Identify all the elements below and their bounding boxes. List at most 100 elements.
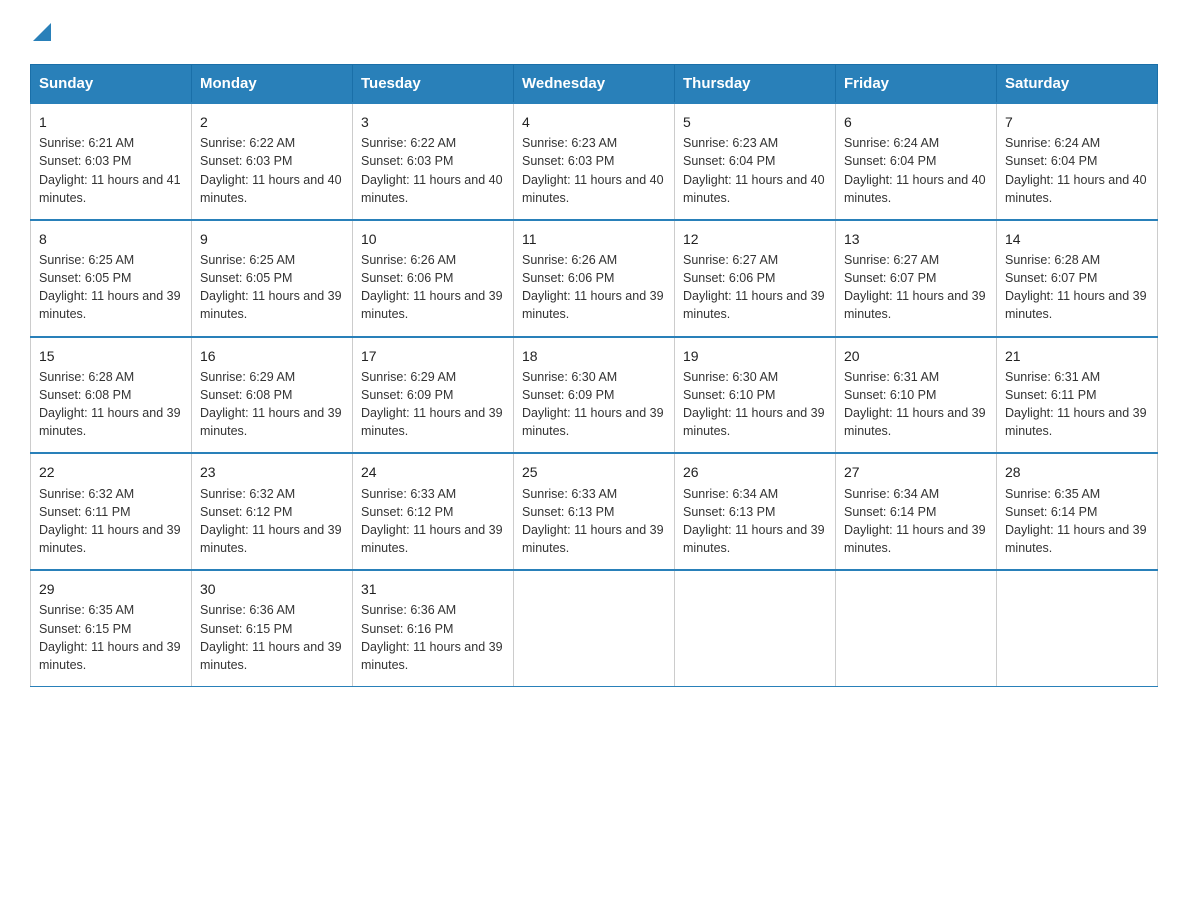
day-info: Sunrise: 6:22 AMSunset: 6:03 PMDaylight:… bbox=[200, 136, 342, 204]
calendar-cell: 7 Sunrise: 6:24 AMSunset: 6:04 PMDaylight… bbox=[997, 103, 1158, 220]
day-number: 28 bbox=[1005, 462, 1149, 482]
day-number: 1 bbox=[39, 112, 183, 132]
day-number: 25 bbox=[522, 462, 666, 482]
calendar-cell: 6 Sunrise: 6:24 AMSunset: 6:04 PMDaylight… bbox=[836, 103, 997, 220]
day-number: 9 bbox=[200, 229, 344, 249]
day-info: Sunrise: 6:26 AMSunset: 6:06 PMDaylight:… bbox=[522, 253, 664, 321]
days-header-row: SundayMondayTuesdayWednesdayThursdayFrid… bbox=[31, 65, 1158, 104]
day-header-sunday: Sunday bbox=[31, 65, 192, 104]
day-number: 29 bbox=[39, 579, 183, 599]
day-info: Sunrise: 6:29 AMSunset: 6:08 PMDaylight:… bbox=[200, 370, 342, 438]
day-info: Sunrise: 6:36 AMSunset: 6:16 PMDaylight:… bbox=[361, 603, 503, 671]
calendar-cell: 2Sunrise: 6:22 AMSunset: 6:03 PMDaylight… bbox=[192, 103, 353, 220]
day-number: 18 bbox=[522, 346, 666, 366]
day-info: Sunrise: 6:26 AMSunset: 6:06 PMDaylight:… bbox=[361, 253, 503, 321]
day-number: 19 bbox=[683, 346, 827, 366]
calendar-cell: 21 Sunrise: 6:31 AMSunset: 6:11 PMDayligh… bbox=[997, 337, 1158, 454]
day-info: Sunrise: 6:23 AMSunset: 6:03 PMDaylight:… bbox=[522, 136, 664, 204]
calendar-cell: 27 Sunrise: 6:34 AMSunset: 6:14 PMDayligh… bbox=[836, 453, 997, 570]
calendar-cell: 31 Sunrise: 6:36 AMSunset: 6:16 PMDayligh… bbox=[353, 570, 514, 686]
day-number: 31 bbox=[361, 579, 505, 599]
calendar-cell: 26 Sunrise: 6:34 AMSunset: 6:13 PMDayligh… bbox=[675, 453, 836, 570]
day-info: Sunrise: 6:27 AMSunset: 6:06 PMDaylight:… bbox=[683, 253, 825, 321]
day-info: Sunrise: 6:34 AMSunset: 6:14 PMDaylight:… bbox=[844, 487, 986, 555]
day-number: 10 bbox=[361, 229, 505, 249]
logo-triangle-icon bbox=[33, 23, 51, 41]
day-info: Sunrise: 6:25 AMSunset: 6:05 PMDaylight:… bbox=[200, 253, 342, 321]
day-number: 22 bbox=[39, 462, 183, 482]
calendar-cell bbox=[514, 570, 675, 686]
day-header-saturday: Saturday bbox=[997, 65, 1158, 104]
day-info: Sunrise: 6:33 AMSunset: 6:13 PMDaylight:… bbox=[522, 487, 664, 555]
day-info: Sunrise: 6:21 AMSunset: 6:03 PMDaylight:… bbox=[39, 136, 181, 204]
calendar-cell: 15 Sunrise: 6:28 AMSunset: 6:08 PMDayligh… bbox=[31, 337, 192, 454]
day-info: Sunrise: 6:30 AMSunset: 6:09 PMDaylight:… bbox=[522, 370, 664, 438]
calendar-cell bbox=[675, 570, 836, 686]
day-header-tuesday: Tuesday bbox=[353, 65, 514, 104]
day-info: Sunrise: 6:36 AMSunset: 6:15 PMDaylight:… bbox=[200, 603, 342, 671]
day-info: Sunrise: 6:33 AMSunset: 6:12 PMDaylight:… bbox=[361, 487, 503, 555]
calendar-cell: 22 Sunrise: 6:32 AMSunset: 6:11 PMDayligh… bbox=[31, 453, 192, 570]
day-header-friday: Friday bbox=[836, 65, 997, 104]
day-header-wednesday: Wednesday bbox=[514, 65, 675, 104]
calendar-cell: 5Sunrise: 6:23 AMSunset: 6:04 PMDaylight… bbox=[675, 103, 836, 220]
day-info: Sunrise: 6:32 AMSunset: 6:12 PMDaylight:… bbox=[200, 487, 342, 555]
day-header-thursday: Thursday bbox=[675, 65, 836, 104]
calendar-cell bbox=[997, 570, 1158, 686]
calendar-cell: 13Sunrise: 6:27 AMSunset: 6:07 PMDayligh… bbox=[836, 220, 997, 337]
day-info: Sunrise: 6:27 AMSunset: 6:07 PMDaylight:… bbox=[844, 253, 986, 321]
day-info: Sunrise: 6:34 AMSunset: 6:13 PMDaylight:… bbox=[683, 487, 825, 555]
day-header-monday: Monday bbox=[192, 65, 353, 104]
day-number: 5 bbox=[683, 112, 827, 132]
calendar-cell: 25 Sunrise: 6:33 AMSunset: 6:13 PMDayligh… bbox=[514, 453, 675, 570]
calendar-cell: 10 Sunrise: 6:26 AMSunset: 6:06 PMDayligh… bbox=[353, 220, 514, 337]
day-info: Sunrise: 6:24 AMSunset: 6:04 PMDaylight:… bbox=[844, 136, 986, 204]
day-number: 11 bbox=[522, 229, 666, 249]
day-info: Sunrise: 6:28 AMSunset: 6:08 PMDaylight:… bbox=[39, 370, 181, 438]
calendar-cell: 14 Sunrise: 6:28 AMSunset: 6:07 PMDayligh… bbox=[997, 220, 1158, 337]
week-row-2: 8 Sunrise: 6:25 AMSunset: 6:05 PMDaylight… bbox=[31, 220, 1158, 337]
calendar-cell: 18 Sunrise: 6:30 AMSunset: 6:09 PMDayligh… bbox=[514, 337, 675, 454]
day-number: 17 bbox=[361, 346, 505, 366]
day-number: 6 bbox=[844, 112, 988, 132]
day-info: Sunrise: 6:32 AMSunset: 6:11 PMDaylight:… bbox=[39, 487, 181, 555]
day-number: 3 bbox=[361, 112, 505, 132]
calendar-cell: 3 Sunrise: 6:22 AMSunset: 6:03 PMDaylight… bbox=[353, 103, 514, 220]
calendar-cell: 12 Sunrise: 6:27 AMSunset: 6:06 PMDayligh… bbox=[675, 220, 836, 337]
day-number: 23 bbox=[200, 462, 344, 482]
calendar-cell: 8 Sunrise: 6:25 AMSunset: 6:05 PMDaylight… bbox=[31, 220, 192, 337]
day-number: 12 bbox=[683, 229, 827, 249]
week-row-5: 29Sunrise: 6:35 AMSunset: 6:15 PMDayligh… bbox=[31, 570, 1158, 686]
day-info: Sunrise: 6:31 AMSunset: 6:11 PMDaylight:… bbox=[1005, 370, 1147, 438]
calendar-cell: 1 Sunrise: 6:21 AMSunset: 6:03 PMDaylight… bbox=[31, 103, 192, 220]
day-info: Sunrise: 6:35 AMSunset: 6:14 PMDaylight:… bbox=[1005, 487, 1147, 555]
week-row-4: 22 Sunrise: 6:32 AMSunset: 6:11 PMDayligh… bbox=[31, 453, 1158, 570]
day-number: 26 bbox=[683, 462, 827, 482]
calendar-cell: 23 Sunrise: 6:32 AMSunset: 6:12 PMDayligh… bbox=[192, 453, 353, 570]
day-info: Sunrise: 6:25 AMSunset: 6:05 PMDaylight:… bbox=[39, 253, 181, 321]
day-info: Sunrise: 6:31 AMSunset: 6:10 PMDaylight:… bbox=[844, 370, 986, 438]
day-number: 24 bbox=[361, 462, 505, 482]
week-row-3: 15 Sunrise: 6:28 AMSunset: 6:08 PMDayligh… bbox=[31, 337, 1158, 454]
day-info: Sunrise: 6:29 AMSunset: 6:09 PMDaylight:… bbox=[361, 370, 503, 438]
calendar-cell: 9 Sunrise: 6:25 AMSunset: 6:05 PMDaylight… bbox=[192, 220, 353, 337]
day-info: Sunrise: 6:24 AMSunset: 6:04 PMDaylight:… bbox=[1005, 136, 1147, 204]
logo bbox=[30, 20, 51, 46]
day-info: Sunrise: 6:30 AMSunset: 6:10 PMDaylight:… bbox=[683, 370, 825, 438]
day-number: 14 bbox=[1005, 229, 1149, 249]
day-number: 15 bbox=[39, 346, 183, 366]
day-number: 20 bbox=[844, 346, 988, 366]
calendar-cell: 20 Sunrise: 6:31 AMSunset: 6:10 PMDayligh… bbox=[836, 337, 997, 454]
day-info: Sunrise: 6:22 AMSunset: 6:03 PMDaylight:… bbox=[361, 136, 503, 204]
calendar-cell: 11 Sunrise: 6:26 AMSunset: 6:06 PMDayligh… bbox=[514, 220, 675, 337]
day-number: 27 bbox=[844, 462, 988, 482]
calendar-cell bbox=[836, 570, 997, 686]
day-number: 30 bbox=[200, 579, 344, 599]
day-number: 21 bbox=[1005, 346, 1149, 366]
calendar-cell: 30 Sunrise: 6:36 AMSunset: 6:15 PMDayligh… bbox=[192, 570, 353, 686]
calendar-cell: 24 Sunrise: 6:33 AMSunset: 6:12 PMDayligh… bbox=[353, 453, 514, 570]
day-info: Sunrise: 6:28 AMSunset: 6:07 PMDaylight:… bbox=[1005, 253, 1147, 321]
day-number: 7 bbox=[1005, 112, 1149, 132]
calendar-cell: 19 Sunrise: 6:30 AMSunset: 6:10 PMDayligh… bbox=[675, 337, 836, 454]
day-number: 8 bbox=[39, 229, 183, 249]
